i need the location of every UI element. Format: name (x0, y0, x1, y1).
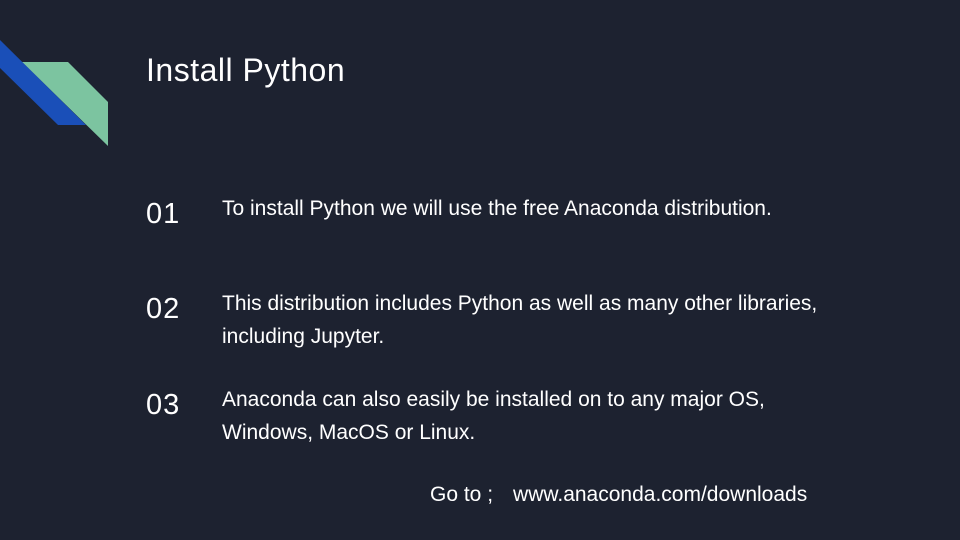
footer-url[interactable]: www.anaconda.com/downloads (513, 483, 807, 506)
item-text-3: Anaconda can also easily be installed on… (222, 388, 765, 444)
item-number-2: 02 (146, 293, 181, 325)
item-number-1: 01 (146, 198, 181, 230)
slide-title: Install Python (146, 52, 346, 88)
corner-decoration (0, 40, 108, 146)
slide: Install Python 01 To install Python we w… (0, 0, 960, 540)
item-number-3: 03 (146, 389, 181, 421)
item-text-2: This distribution includes Python as wel… (222, 292, 818, 348)
footer-note: Go to ; www.anaconda.com/downloads (430, 480, 807, 510)
footer-label: Go to ; (430, 483, 494, 506)
item-text-1: To install Python we will use the free A… (222, 197, 772, 220)
